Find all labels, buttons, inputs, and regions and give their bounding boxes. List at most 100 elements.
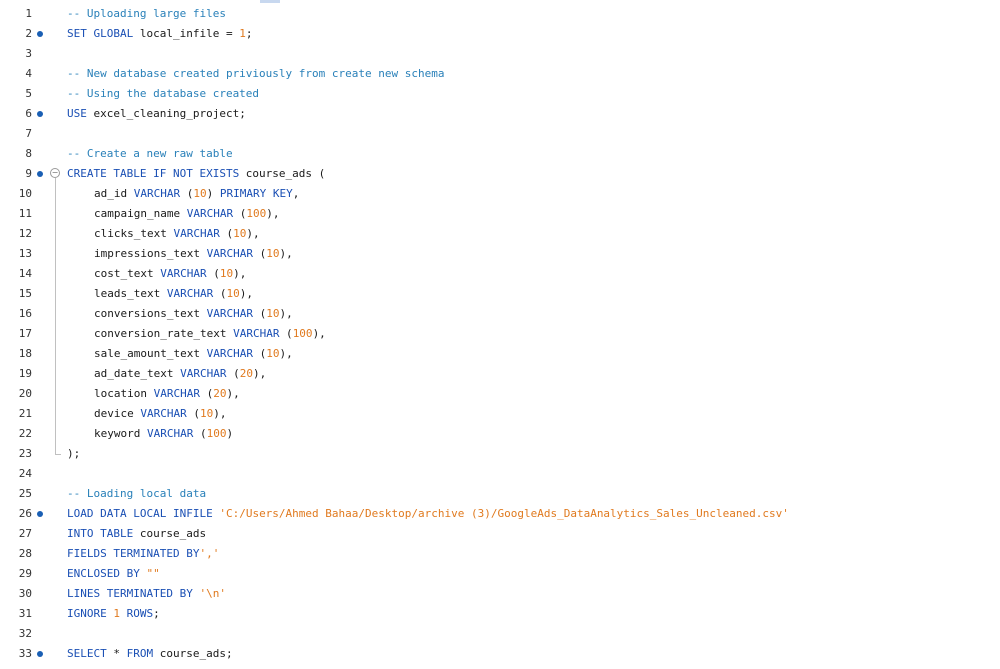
- line-number: 32: [18, 627, 32, 640]
- code-token: VARCHAR: [206, 307, 253, 320]
- code-line[interactable]: 11 campaign_name VARCHAR (100),: [0, 204, 1000, 224]
- code-token: 100: [246, 207, 267, 220]
- code-token: ;: [245, 27, 253, 40]
- code-token: VARCHAR: [173, 227, 220, 240]
- code-token: keyword: [94, 427, 147, 440]
- line-number: 21: [18, 407, 32, 420]
- line-number: 6: [25, 107, 32, 120]
- code-line[interactable]: 16 conversions_text VARCHAR (10),: [0, 304, 1000, 324]
- code-token: course_ads (: [239, 167, 326, 180]
- code-line[interactable]: 1 -- Uploading large files: [0, 4, 1000, 24]
- code-line[interactable]: 23);: [0, 444, 1000, 464]
- code-line[interactable]: 7: [0, 124, 1000, 144]
- code-token: 10: [266, 307, 280, 320]
- code-token: location: [94, 387, 154, 400]
- code-line[interactable]: 3: [0, 44, 1000, 64]
- code-line[interactable]: 30 LINES TERMINATED BY '\n': [0, 584, 1000, 604]
- line-number: 11: [18, 207, 32, 220]
- code-line[interactable]: 26 LOAD DATA LOCAL INFILE 'C:/Users/Ahmed…: [0, 504, 1000, 524]
- code-line[interactable]: 22 keyword VARCHAR (100): [0, 424, 1000, 444]
- code-token: 1: [239, 27, 246, 40]
- code-token: LOAD DATA LOCAL INFILE: [67, 507, 213, 520]
- code-token: ),: [279, 347, 293, 360]
- line-number: 10: [18, 187, 32, 200]
- code-line[interactable]: 19 ad_date_text VARCHAR (20),: [0, 364, 1000, 384]
- code-token: ad_id: [94, 187, 134, 200]
- code-line[interactable]: 6 USE excel_cleaning_project;: [0, 104, 1000, 124]
- code-text: LINES TERMINATED BY '\n': [67, 584, 226, 604]
- line-number: 23: [18, 447, 32, 460]
- code-token: local_infile =: [133, 27, 240, 40]
- code-text: SELECT * FROM course_ads;: [67, 644, 233, 664]
- code-text: campaign_name VARCHAR (100),: [67, 204, 279, 224]
- code-line[interactable]: 24: [0, 464, 1000, 484]
- code-text: FIELDS TERMINATED BY',': [67, 544, 219, 564]
- code-token: ): [226, 427, 234, 440]
- code-line[interactable]: 28 FIELDS TERMINATED BY',': [0, 544, 1000, 564]
- code-token: ),: [233, 267, 247, 280]
- code-token: FIELDS TERMINATED BY: [67, 547, 200, 560]
- code-token: leads_text: [94, 287, 167, 300]
- sql-editor[interactable]: 1 -- Uploading large files 2 SET GLOBAL loc…: [0, 4, 1000, 669]
- line-number: 19: [18, 367, 32, 380]
- code-line[interactable]: 32: [0, 624, 1000, 644]
- code-token: (: [186, 407, 200, 420]
- code-token: (: [199, 387, 214, 400]
- code-token: LINES TERMINATED BY: [67, 587, 193, 600]
- code-token: VARCHAR: [153, 387, 200, 400]
- code-token: INTO TABLE: [67, 527, 134, 540]
- code-line[interactable]: 25 -- Loading local data: [0, 484, 1000, 504]
- code-token: "": [146, 567, 160, 580]
- code-token: VARCHAR: [160, 267, 207, 280]
- code-token: ),: [279, 307, 293, 320]
- code-token: -- New database created priviously from …: [67, 67, 445, 80]
- code-text: LOAD DATA LOCAL INFILE 'C:/Users/Ahmed B…: [67, 504, 789, 524]
- line-number: 1: [25, 7, 32, 20]
- code-text: SET GLOBAL local_infile = 1;: [67, 24, 252, 44]
- line-number: 25: [18, 487, 32, 500]
- code-line[interactable]: 17 conversion_rate_text VARCHAR (100),: [0, 324, 1000, 344]
- code-token: 20: [239, 367, 253, 380]
- code-line[interactable]: 21 device VARCHAR (10),: [0, 404, 1000, 424]
- code-line[interactable]: 15 leads_text VARCHAR (10),: [0, 284, 1000, 304]
- code-line[interactable]: 33 SELECT * FROM course_ads;: [0, 644, 1000, 664]
- code-text: clicks_text VARCHAR (10),: [67, 224, 260, 244]
- statement-dot-icon: [37, 651, 43, 657]
- fold-collapse-icon[interactable]: −: [50, 168, 60, 178]
- code-token: 10: [219, 267, 234, 280]
- code-line[interactable]: 12 clicks_text VARCHAR (10),: [0, 224, 1000, 244]
- code-line[interactable]: 27 INTO TABLE course_ads: [0, 524, 1000, 544]
- code-line[interactable]: 31 IGNORE 1 ROWS;: [0, 604, 1000, 624]
- code-line[interactable]: 13 impressions_text VARCHAR (10),: [0, 244, 1000, 264]
- code-token: (: [252, 247, 267, 260]
- code-token: VARCHAR: [206, 347, 253, 360]
- code-token: VARCHAR: [133, 187, 181, 200]
- code-text: -- Create a new raw table: [67, 144, 233, 164]
- code-line[interactable]: 9 − CREATE TABLE IF NOT EXISTS course_ads …: [0, 164, 1000, 184]
- code-line[interactable]: 5 -- Using the database created: [0, 84, 1000, 104]
- code-token: -- Create a new raw table: [67, 147, 233, 160]
- line-number: 9: [25, 167, 32, 180]
- code-line[interactable]: 14 cost_text VARCHAR (10),: [0, 264, 1000, 284]
- code-text: );: [67, 444, 80, 464]
- line-number: 33: [18, 647, 32, 660]
- code-line[interactable]: 10 ad_id VARCHAR (10) PRIMARY KEY,: [0, 184, 1000, 204]
- line-number: 31: [18, 607, 32, 620]
- line-number: 15: [18, 287, 32, 300]
- code-line[interactable]: 29 ENCLOSED BY "": [0, 564, 1000, 584]
- code-token: sale_amount_text: [94, 347, 207, 360]
- code-line[interactable]: 20 location VARCHAR (20),: [0, 384, 1000, 404]
- code-line[interactable]: 8 -- Create a new raw table: [0, 144, 1000, 164]
- code-token: ),: [312, 327, 326, 340]
- line-number: 8: [25, 147, 32, 160]
- code-token: SET GLOBAL: [67, 27, 134, 40]
- code-line[interactable]: 2 SET GLOBAL local_infile = 1;: [0, 24, 1000, 44]
- code-token: IGNORE: [67, 607, 107, 620]
- code-token: (: [219, 227, 234, 240]
- code-line[interactable]: 18 sale_amount_text VARCHAR (10),: [0, 344, 1000, 364]
- horizontal-scroll-indicator[interactable]: [260, 0, 280, 3]
- code-token: ,: [292, 187, 300, 200]
- code-line[interactable]: 4 -- New database created priviously from…: [0, 64, 1000, 84]
- statement-dot-icon: [37, 111, 43, 117]
